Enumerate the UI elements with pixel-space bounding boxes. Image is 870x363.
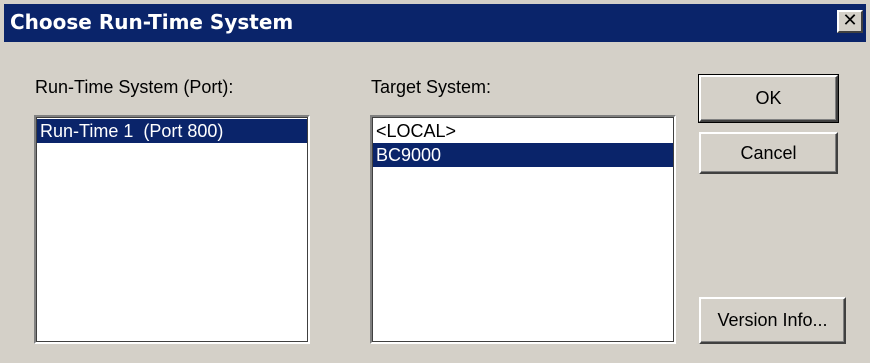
version-info-button[interactable]: Version Info... <box>699 297 846 344</box>
close-icon[interactable]: ✕ <box>837 10 863 33</box>
ok-button[interactable]: OK <box>698 74 839 123</box>
runtime-system-listbox[interactable]: Run-Time 1 (Port 800) <box>34 115 310 344</box>
target-system-listbox[interactable]: <LOCAL> BC9000 <box>370 115 676 344</box>
title-bar[interactable]: Choose Run-Time System ✕ <box>4 4 866 42</box>
choose-runtime-dialog: Choose Run-Time System ✕ Run-Time System… <box>0 0 870 363</box>
list-item[interactable]: Run-Time 1 (Port 800) <box>37 119 307 143</box>
list-item[interactable]: BC9000 <box>373 143 673 167</box>
cancel-button[interactable]: Cancel <box>699 132 838 174</box>
runtime-system-label: Run-Time System (Port): <box>35 77 234 97</box>
dialog-title: Choose Run-Time System <box>10 10 294 34</box>
target-system-label: Target System: <box>371 77 492 97</box>
list-item[interactable]: <LOCAL> <box>373 119 673 143</box>
